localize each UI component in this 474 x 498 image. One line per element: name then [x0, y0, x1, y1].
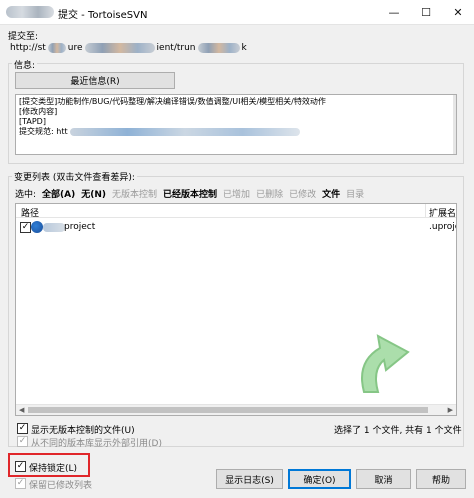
- row-checkbox[interactable]: ✓: [20, 222, 31, 233]
- message-line-2: [修改内容]: [19, 107, 58, 116]
- show-externals-checkbox[interactable]: ✓: [17, 436, 28, 447]
- filter-none[interactable]: 无(N): [81, 187, 106, 200]
- filter-files[interactable]: 文件: [322, 187, 340, 200]
- window-title: 提交 - TortoiseSVN: [58, 10, 148, 21]
- filter-modified[interactable]: 已修改: [289, 187, 316, 200]
- submit-spec-value: htt: [56, 127, 68, 136]
- filter-unversioned[interactable]: 无版本控制: [112, 187, 157, 200]
- help-button[interactable]: 帮助: [416, 469, 466, 489]
- commit-to-label: 提交至:: [8, 32, 39, 42]
- cancel-button[interactable]: 取消: [356, 469, 411, 489]
- changes-list[interactable]: 路径 扩展名 ✓ project .uproject ◀ ▶: [15, 203, 457, 416]
- column-path[interactable]: 路径: [21, 206, 39, 219]
- show-externals-label: 从不同的版本库显示外部引用(D): [31, 439, 162, 449]
- filter-added[interactable]: 已增加: [223, 187, 250, 200]
- green-arrow-icon: [361, 334, 410, 393]
- show-log-button[interactable]: 显示日志(S): [216, 469, 283, 489]
- filter-all[interactable]: 全部(A): [42, 187, 75, 200]
- scroll-right-icon[interactable]: ▶: [448, 406, 453, 414]
- window-icon: [6, 6, 54, 18]
- changes-group-label: 变更列表 (双击文件查看差异):: [12, 170, 137, 183]
- maximize-button[interactable]: ☐: [410, 0, 442, 25]
- list-header: 路径 扩展名: [16, 204, 456, 219]
- keep-changelists-label: 保留已修改列表: [29, 481, 93, 491]
- recent-messages-button[interactable]: 最近信息(R): [15, 72, 175, 89]
- table-row[interactable]: ✓ project .uproject: [18, 221, 456, 235]
- scroll-thumb[interactable]: [28, 407, 428, 413]
- row-extension: .uproject: [429, 222, 456, 232]
- selection-status: 选择了 1 个文件, 共有 1 个文件: [334, 426, 462, 436]
- message-group-label: 信息:: [12, 58, 38, 71]
- filter-versioned[interactable]: 已经版本控制: [163, 187, 217, 200]
- ue-project-icon: [31, 221, 43, 233]
- show-unversioned-checkbox[interactable]: ✓: [17, 423, 28, 434]
- show-unversioned-label: 显示无版本控制的文件(U): [31, 426, 135, 436]
- filter-directories[interactable]: 目录: [346, 187, 364, 200]
- submit-spec-label: 提交规范:: [19, 127, 54, 136]
- message-line-4: 提交规范: htt: [19, 127, 453, 137]
- keep-changelists-checkbox[interactable]: ✓: [15, 478, 26, 489]
- minimize-button[interactable]: —: [378, 0, 410, 25]
- filter-row: 选中: 全部(A) 无(N) 无版本控制 已经版本控制 已增加 已删除 已修改 …: [15, 187, 370, 200]
- row-filename: project: [64, 222, 96, 232]
- column-extension[interactable]: 扩展名: [429, 206, 456, 219]
- commit-url: http://st ure ient/trun k: [10, 42, 247, 54]
- keep-locks-label: 保持锁定(L): [29, 464, 78, 474]
- select-label: 选中:: [15, 189, 37, 200]
- message-scrollbar[interactable]: [453, 95, 456, 154]
- url-part-4: k: [241, 43, 247, 53]
- scroll-left-icon[interactable]: ◀: [19, 406, 24, 414]
- title-bar: 提交 - TortoiseSVN — ☐ ✕: [0, 0, 474, 25]
- close-button[interactable]: ✕: [442, 0, 474, 25]
- keep-locks-checkbox[interactable]: ✓: [15, 461, 26, 472]
- url-part-2: ure: [67, 43, 83, 53]
- message-line-1: [提交类型]功能制作/BUG/代码整理/解决编译错误/数值调整/UI相关/模型相…: [19, 97, 326, 106]
- message-editor[interactable]: [提交类型]功能制作/BUG/代码整理/解决编译错误/数值调整/UI相关/模型相…: [15, 94, 457, 155]
- list-horizontal-scrollbar[interactable]: ◀ ▶: [16, 404, 456, 415]
- ok-button[interactable]: 确定(O): [288, 469, 351, 489]
- url-part-1: http://st: [10, 43, 46, 53]
- filter-deleted[interactable]: 已删除: [256, 187, 283, 200]
- url-part-3: ient/trun: [156, 43, 196, 53]
- message-line-3: [TAPD]: [19, 117, 46, 126]
